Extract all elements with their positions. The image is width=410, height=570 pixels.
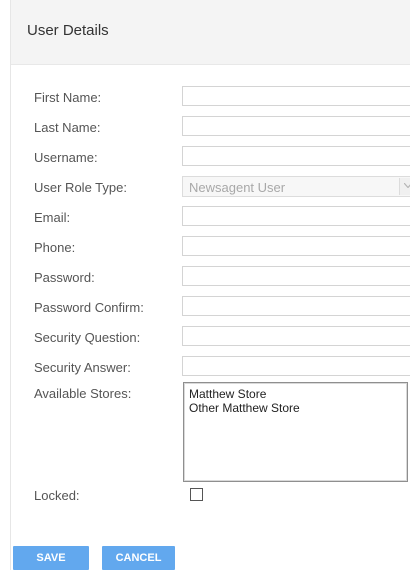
available-stores-label: Available Stores: — [34, 386, 132, 401]
security-answer-row: Security Answer: — [11, 356, 410, 380]
locked-checkbox[interactable] — [190, 488, 203, 501]
password-input[interactable] — [182, 266, 410, 286]
security-answer-input[interactable] — [182, 356, 410, 376]
email-input[interactable] — [182, 206, 410, 226]
store-option[interactable]: Matthew Store — [189, 387, 402, 401]
chevron-down-icon[interactable] — [399, 178, 410, 195]
password-confirm-row: Password Confirm: — [11, 296, 410, 320]
phone-label: Phone: — [34, 240, 76, 255]
security-answer-label: Security Answer: — [34, 360, 131, 375]
locked-label: Locked: — [34, 488, 80, 503]
store-option[interactable]: Other Matthew Store — [189, 401, 402, 415]
first-name-input[interactable] — [182, 86, 410, 106]
username-input[interactable] — [182, 146, 410, 166]
first-name-row: First Name: — [11, 86, 410, 110]
password-label: Password: — [34, 270, 95, 285]
security-question-label: Security Question: — [34, 330, 141, 345]
password-confirm-label: Password Confirm: — [34, 300, 144, 315]
last-name-label: Last Name: — [34, 120, 101, 135]
panel-header: User Details — [11, 0, 410, 65]
user-role-label: User Role Type: — [34, 180, 127, 195]
user-details-panel: User Details First Name: Last Name: User… — [10, 0, 410, 570]
available-stores-listbox[interactable]: Matthew Store Other Matthew Store — [183, 382, 408, 482]
security-question-input[interactable] — [182, 326, 410, 346]
panel-title: User Details — [27, 22, 109, 39]
email-label: Email: — [34, 210, 71, 225]
password-row: Password: — [11, 266, 410, 290]
email-row: Email: — [11, 206, 410, 230]
first-name-label: First Name: — [34, 90, 102, 105]
username-row: Username: — [11, 146, 410, 170]
save-button[interactable]: SAVE — [13, 546, 89, 570]
last-name-row: Last Name: — [11, 116, 410, 140]
user-role-select[interactable]: Newsagent User — [182, 176, 410, 197]
phone-input[interactable] — [182, 236, 410, 256]
user-role-row: User Role Type: Newsagent User — [11, 176, 410, 200]
security-question-row: Security Question: — [11, 326, 410, 350]
user-role-selected-value: Newsagent User — [189, 180, 286, 195]
cancel-button[interactable]: CANCEL — [102, 546, 175, 570]
phone-row: Phone: — [11, 236, 410, 260]
username-label: Username: — [34, 150, 98, 165]
last-name-input[interactable] — [182, 116, 410, 136]
password-confirm-input[interactable] — [182, 296, 410, 316]
